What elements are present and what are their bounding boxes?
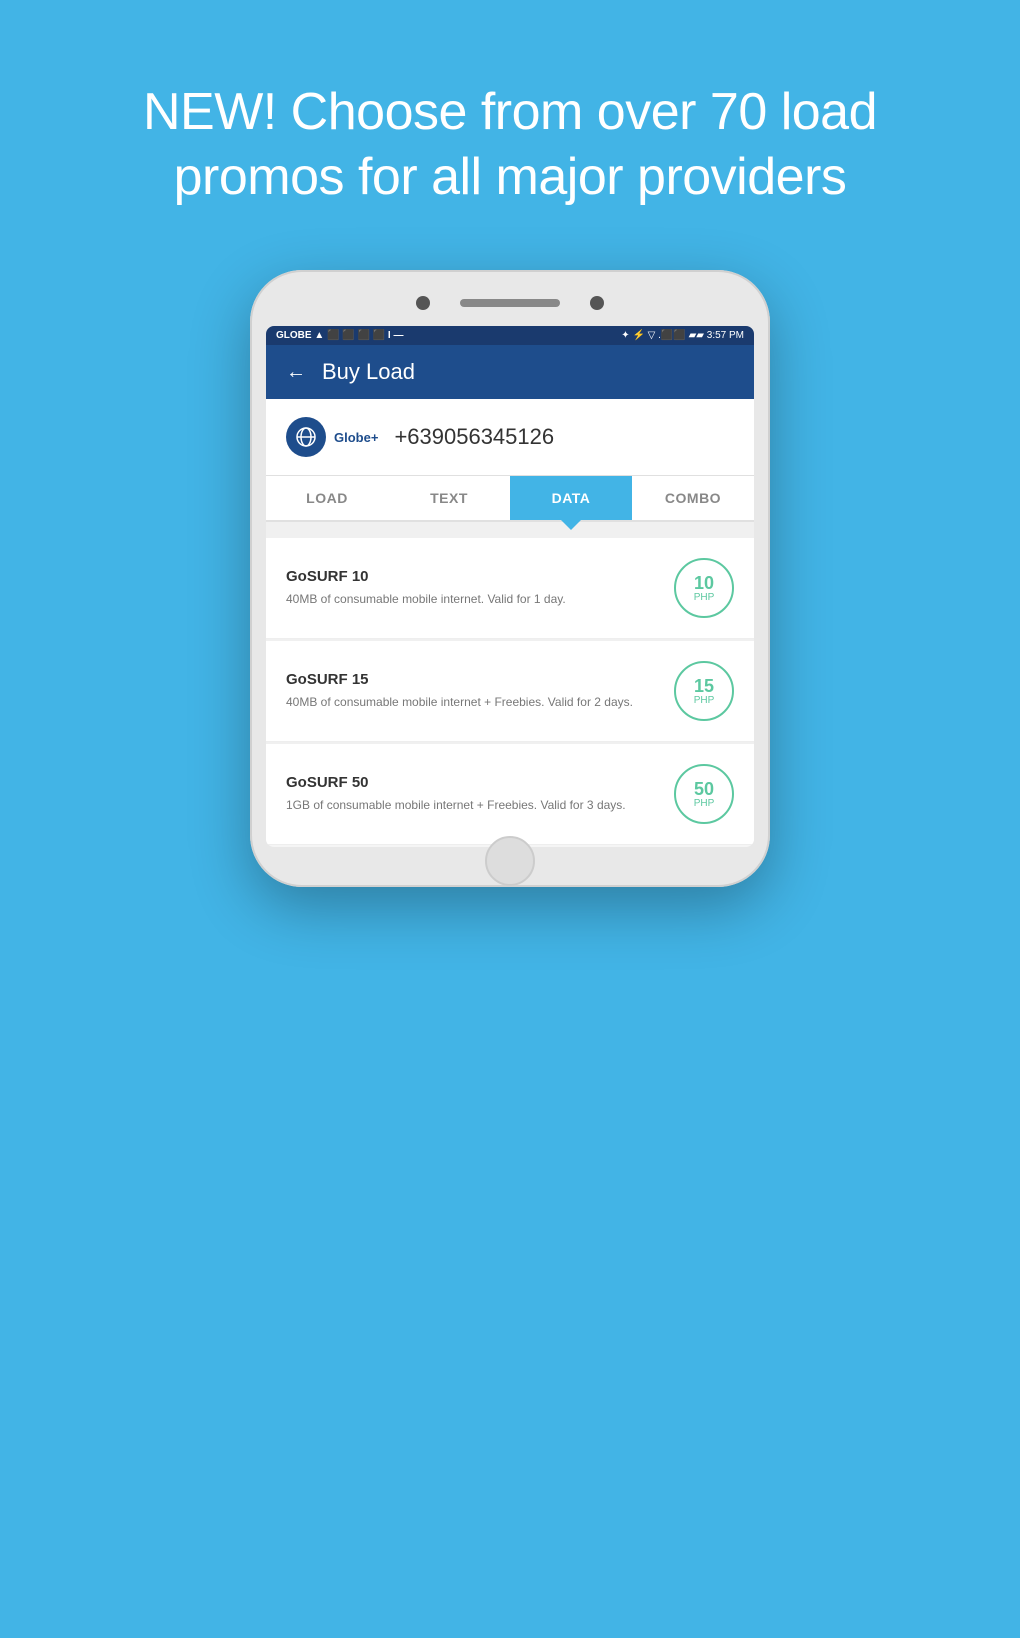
home-button[interactable]: [485, 836, 535, 886]
back-button[interactable]: ←: [286, 361, 306, 384]
hero-text: NEW! Choose from over 70 load promos for…: [0, 0, 1020, 270]
tab-data[interactable]: DATA: [510, 476, 632, 520]
promo-list: GoSURF 10 40MB of consumable mobile inte…: [266, 522, 754, 845]
provider-info: Globe+: [286, 417, 378, 457]
promo-desc-2: 40MB of consumable mobile internet + Fre…: [286, 694, 658, 711]
price-badge-3: 50 PHP: [674, 764, 734, 824]
phone-top-bar: [266, 288, 754, 326]
phone-speaker: [460, 299, 560, 307]
promo-info-2: GoSURF 15 40MB of consumable mobile inte…: [286, 671, 674, 711]
promo-name-1: GoSURF 10: [286, 568, 658, 585]
promo-item-2[interactable]: GoSURF 15 40MB of consumable mobile inte…: [266, 641, 754, 742]
phone-screen: GLOBE ▲ ⬛ ⬛ ⬛ ⬛ I — ✦ ⚡ ▽ .⬛⬛ ▰▰ 3:57 PM…: [266, 326, 754, 847]
promo-info-3: GoSURF 50 1GB of consumable mobile inter…: [286, 774, 674, 814]
screen-title: Buy Load: [322, 359, 415, 385]
status-bar: GLOBE ▲ ⬛ ⬛ ⬛ ⬛ I — ✦ ⚡ ▽ .⬛⬛ ▰▰ 3:57 PM: [266, 326, 754, 345]
promo-desc-3: 1GB of consumable mobile internet + Free…: [286, 797, 658, 814]
price-amount-2: 15: [694, 677, 714, 695]
app-header: ← Buy Load: [266, 345, 754, 399]
promo-item-1[interactable]: GoSURF 10 40MB of consumable mobile inte…: [266, 538, 754, 639]
promo-item-3[interactable]: GoSURF 50 1GB of consumable mobile inter…: [266, 744, 754, 845]
status-left: GLOBE ▲ ⬛ ⬛ ⬛ ⬛ I —: [276, 330, 404, 341]
front-sensor: [590, 296, 604, 310]
front-camera: [416, 296, 430, 310]
phone-mockup: GLOBE ▲ ⬛ ⬛ ⬛ ⬛ I — ✦ ⚡ ▽ .⬛⬛ ▰▰ 3:57 PM…: [230, 270, 790, 1638]
status-right: ✦ ⚡ ▽ .⬛⬛ ▰▰ 3:57 PM: [621, 330, 744, 341]
promo-info-1: GoSURF 10 40MB of consumable mobile inte…: [286, 568, 674, 608]
phone-number-row: Globe+ +639056345126: [266, 399, 754, 476]
price-unit-2: PHP: [694, 695, 715, 706]
tabs-row[interactable]: LOAD TEXT DATA COMBO: [266, 476, 754, 522]
tab-text[interactable]: TEXT: [388, 476, 510, 520]
price-unit-3: PHP: [694, 798, 715, 809]
tab-load[interactable]: LOAD: [266, 476, 388, 520]
price-amount-3: 50: [694, 780, 714, 798]
price-unit-1: PHP: [694, 592, 715, 603]
provider-label: Globe+: [334, 430, 378, 445]
promo-desc-1: 40MB of consumable mobile internet. Vali…: [286, 591, 658, 608]
globe-logo: [286, 417, 326, 457]
promo-name-3: GoSURF 50: [286, 774, 658, 791]
price-badge-2: 15 PHP: [674, 661, 734, 721]
price-amount-1: 10: [694, 574, 714, 592]
phone-bottom-bar: [266, 847, 754, 869]
promo-name-2: GoSURF 15: [286, 671, 658, 688]
price-badge-1: 10 PHP: [674, 558, 734, 618]
tab-combo[interactable]: COMBO: [632, 476, 754, 520]
phone-number-display: +639056345126: [394, 424, 554, 450]
phone-frame: GLOBE ▲ ⬛ ⬛ ⬛ ⬛ I — ✦ ⚡ ▽ .⬛⬛ ▰▰ 3:57 PM…: [250, 270, 770, 887]
